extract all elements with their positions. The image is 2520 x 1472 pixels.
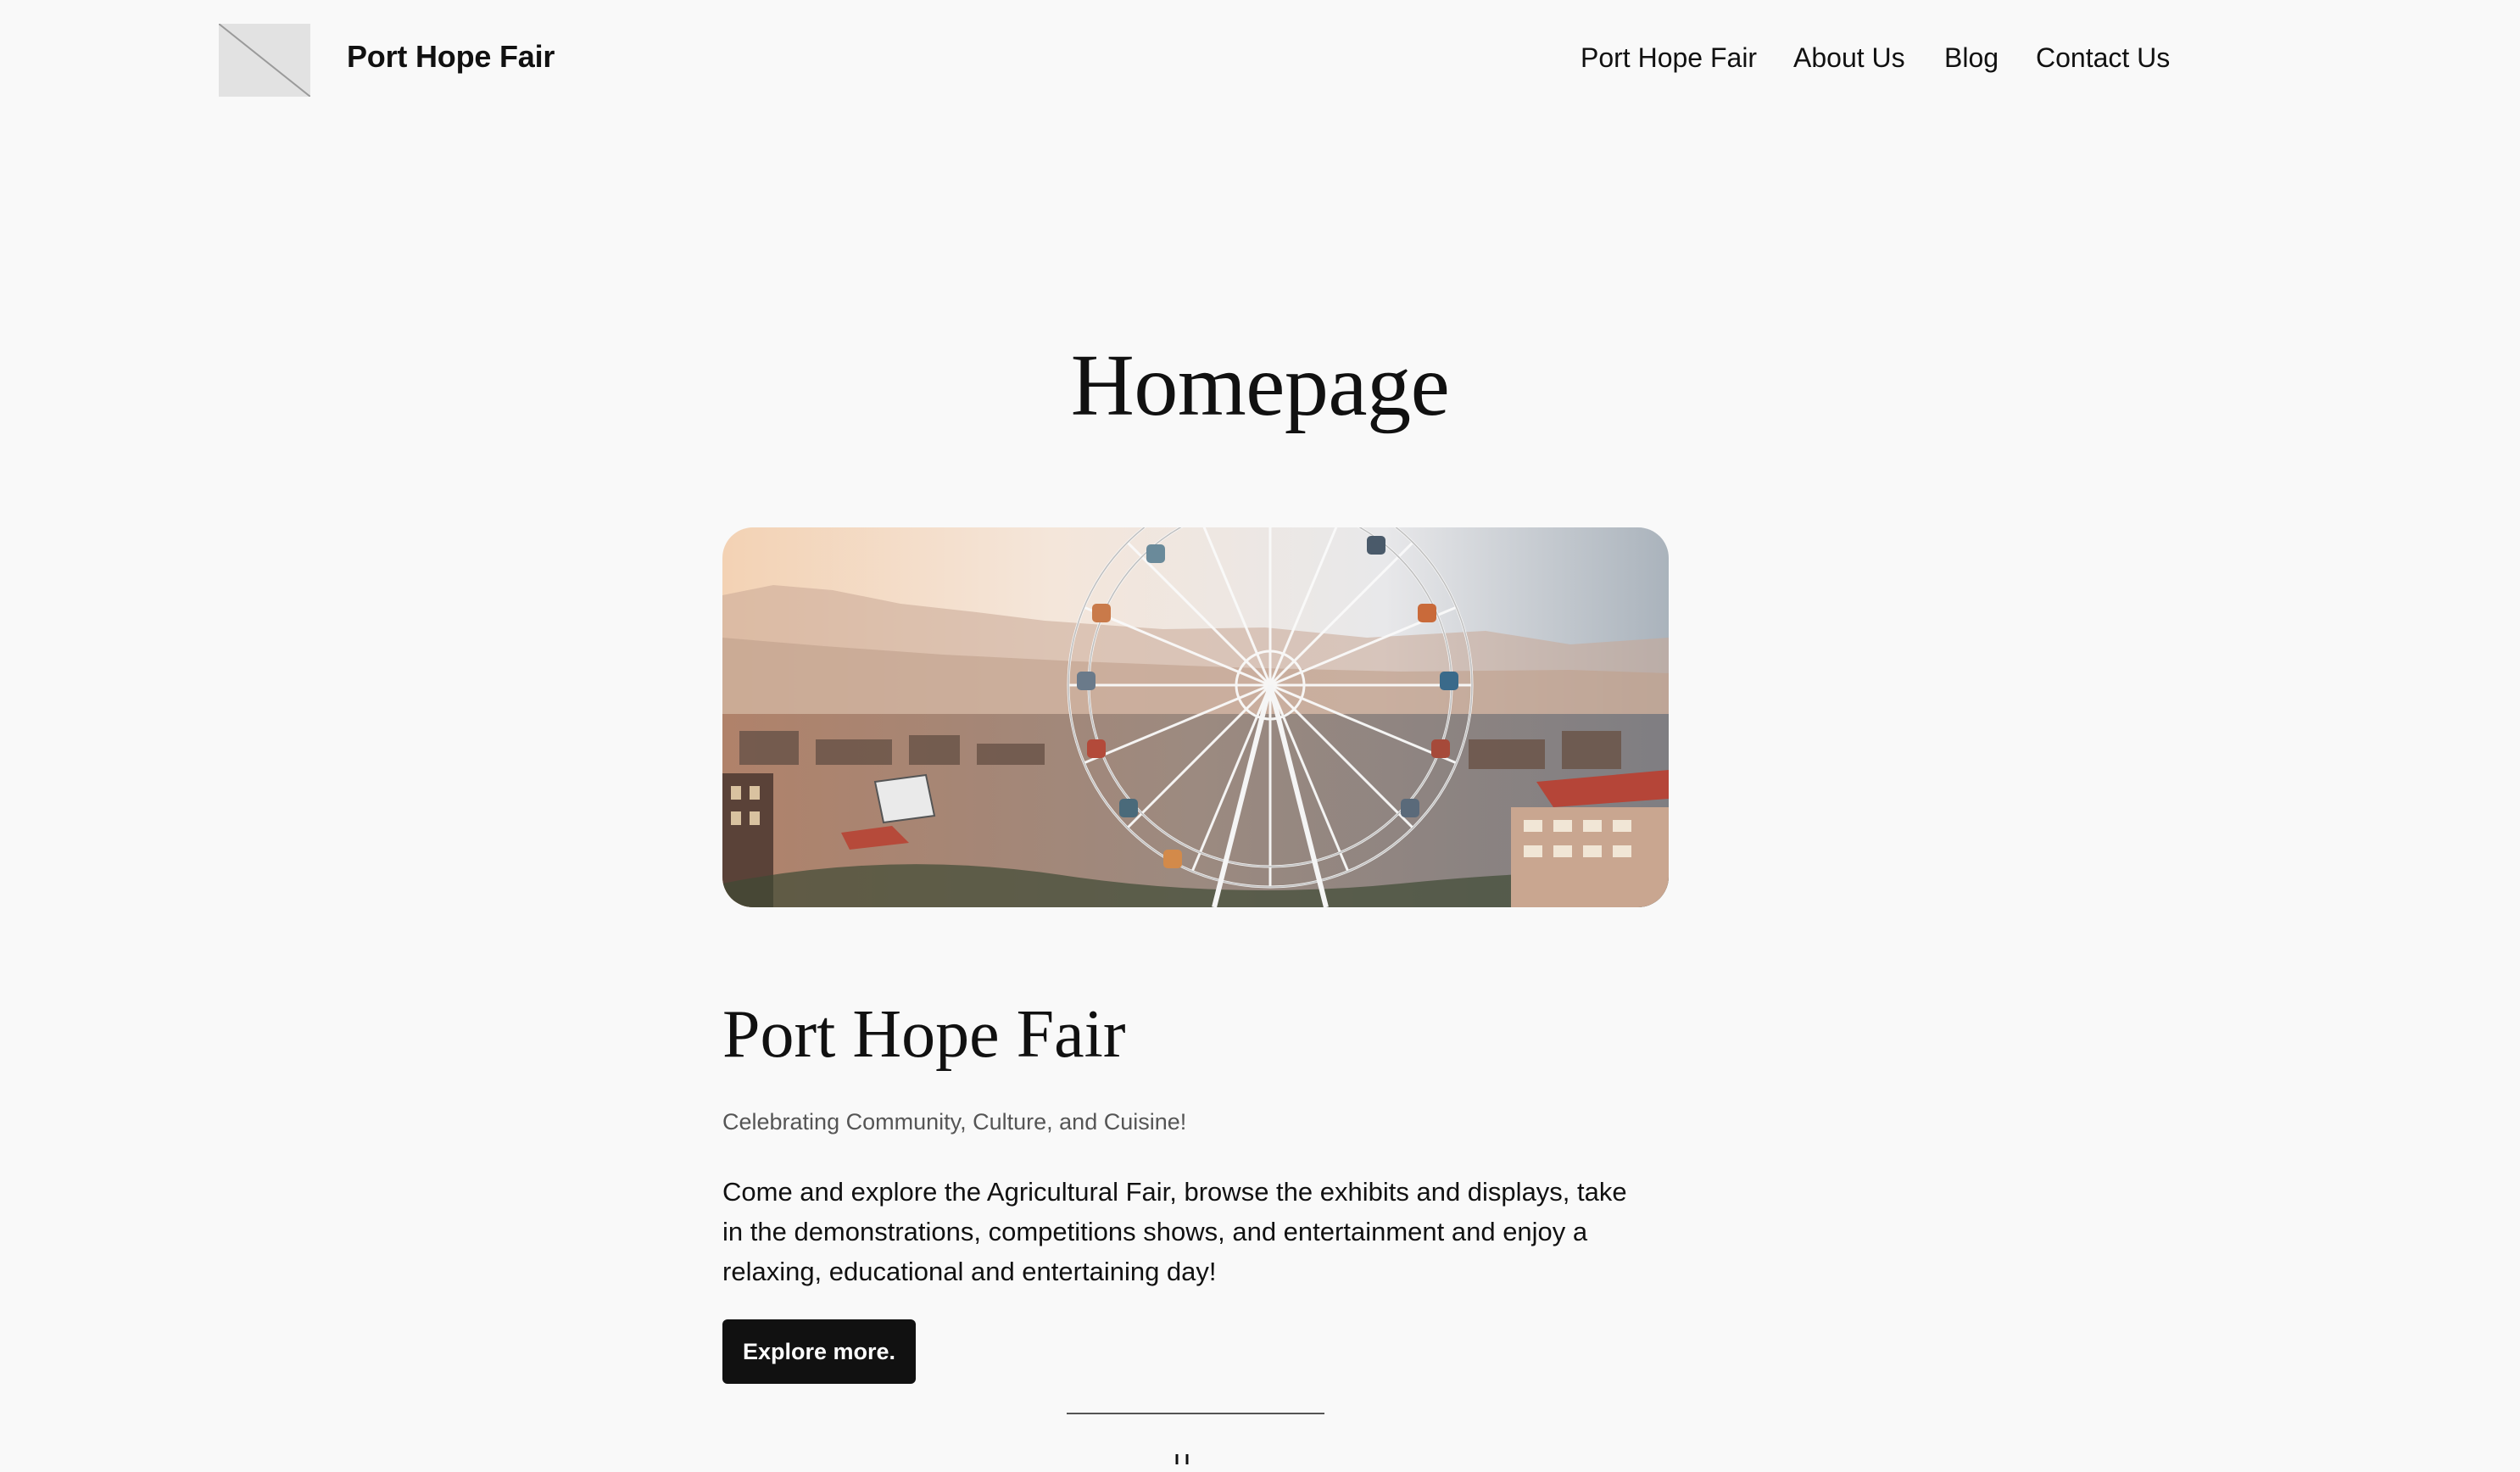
divider: [1067, 1413, 1324, 1414]
explore-more-button[interactable]: Explore more.: [722, 1319, 916, 1384]
page-title: Homepage: [1070, 337, 1450, 434]
hero-image: [722, 527, 1669, 907]
description-line: in the demonstrations, competitions show…: [722, 1217, 1588, 1246]
nav-item-blog[interactable]: Blog: [1944, 42, 1999, 74]
cut-off-content: [1170, 1431, 1204, 1472]
description-line: relaxing, educational and entertaining d…: [722, 1257, 1217, 1286]
main-navigation: Port Hope Fair About Us Blog Contact Us: [0, 42, 2520, 80]
description-paragraph: Come and explore the Agricultural Fair, …: [722, 1172, 1672, 1291]
description-line: Come and explore the Agricultural Fair, …: [722, 1177, 1627, 1207]
section-title: Port Hope Fair: [722, 997, 1126, 1072]
nav-item-port-hope-fair[interactable]: Port Hope Fair: [1581, 42, 1757, 74]
nav-item-about-us[interactable]: About Us: [1793, 42, 1905, 74]
tagline: Celebrating Community, Culture, and Cuis…: [722, 1109, 1187, 1135]
site-header: Port Hope Fair Port Hope Fair About Us B…: [0, 0, 2520, 120]
nav-item-contact-us[interactable]: Contact Us: [2036, 42, 2170, 74]
